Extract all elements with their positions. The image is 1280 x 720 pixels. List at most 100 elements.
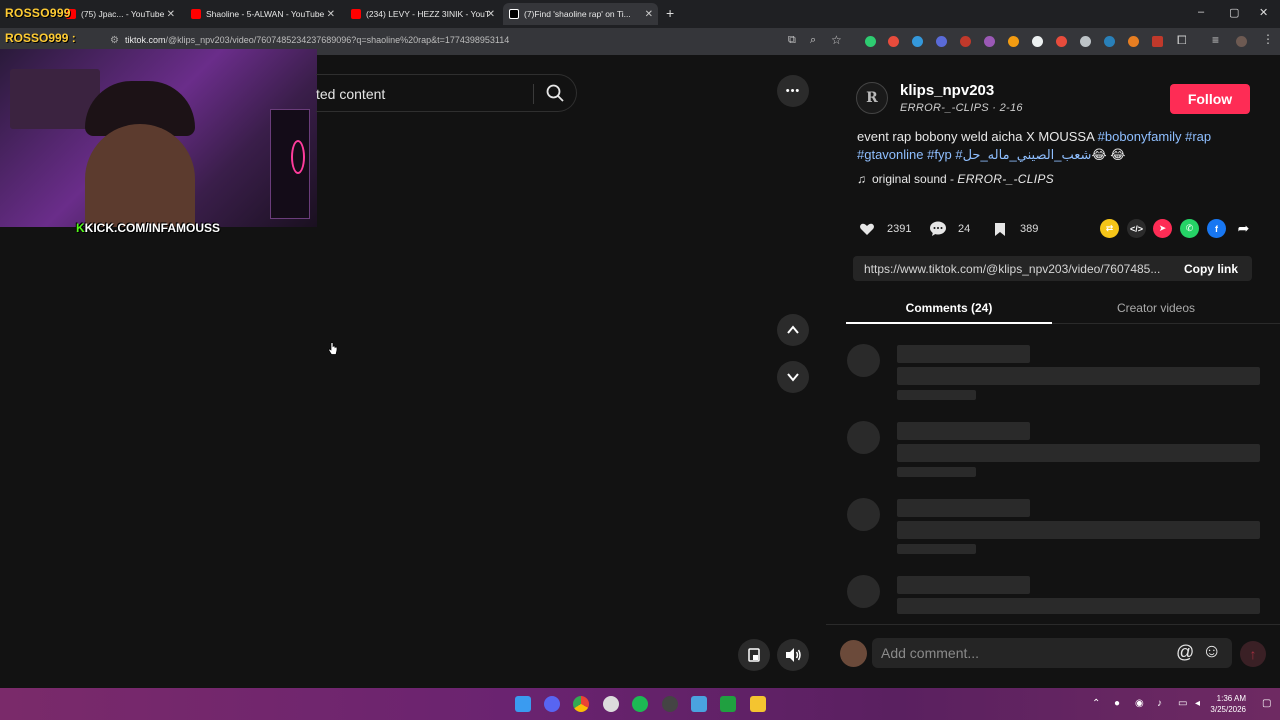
minimize-button[interactable]: – (1198, 6, 1204, 18)
url-field[interactable]: tiktok.com/@klips_npv203/video/760748523… (125, 35, 509, 45)
maximize-button[interactable]: ▢ (1229, 6, 1239, 19)
extension-icon[interactable] (984, 36, 995, 47)
follow-button[interactable]: Follow (1170, 84, 1250, 114)
file-explorer-icon[interactable] (750, 696, 766, 712)
whatsapp-icon[interactable]: ✆ (1180, 219, 1199, 238)
emoji-icon[interactable]: ☺ (1202, 641, 1221, 663)
tray-app-icon[interactable]: ● (1114, 698, 1120, 709)
browser-menu-icon[interactable]: ⋮ (1262, 32, 1274, 46)
browser-tab[interactable]: (234) LEVY - HEZZ 3INIK - YouT ✕ (345, 3, 500, 25)
extension-icon[interactable] (1152, 36, 1163, 47)
creator-avatar[interactable]: R (856, 82, 888, 114)
browser-tab[interactable]: Shaoline - 5-ALWAN - YouTube ✕ (185, 3, 340, 25)
tab-creator-videos[interactable]: Creator videos (1053, 301, 1259, 315)
save-button[interactable]: 389 (990, 219, 1038, 239)
close-tab-icon[interactable]: ✕ (487, 9, 495, 20)
post-description: event rap bobony weld aicha X MOUSSA #bo… (857, 128, 1257, 164)
new-tab-button[interactable]: + (666, 5, 674, 21)
comment-count: 24 (958, 223, 971, 235)
previous-video-button[interactable] (777, 314, 809, 346)
share-arrow-icon[interactable]: ➦ (1234, 219, 1253, 238)
close-window-button[interactable]: ✕ (1259, 6, 1268, 19)
webcam-pc-case (270, 109, 310, 219)
post-comment-button[interactable]: ↑ (1240, 641, 1266, 667)
stream-watermark: ROSSO999 (5, 6, 71, 20)
mention-at-icon[interactable]: @ (1176, 642, 1194, 663)
more-options-button[interactable]: ••• (777, 75, 809, 107)
embed-code-icon[interactable]: </> (1127, 219, 1146, 238)
browser-tab-active[interactable]: (7)Find 'shaoline rap' on Ti... ✕ (503, 3, 658, 25)
volume-button[interactable] (777, 639, 809, 671)
comment-button[interactable]: 24 (928, 219, 970, 239)
tab-title: (7)Find 'shaoline rap' on Ti... (524, 9, 631, 19)
extension-icon[interactable] (960, 36, 971, 47)
search-box[interactable]: ted content (316, 74, 577, 112)
next-video-button[interactable] (777, 361, 809, 393)
microphone-icon[interactable]: ♪ (1157, 698, 1162, 709)
app-icon[interactable] (720, 696, 736, 712)
facebook-icon[interactable]: f (1207, 219, 1226, 238)
hashtag-link[interactable]: #fyp (927, 147, 952, 162)
search-icon[interactable] (545, 83, 565, 108)
chrome-icon[interactable] (573, 696, 589, 712)
description-emoji: 😂 😂 (1091, 147, 1126, 162)
reading-list-icon[interactable]: ≡ (1212, 33, 1219, 47)
extension-icon[interactable] (1032, 36, 1043, 47)
close-tab-icon[interactable]: ✕ (645, 9, 653, 20)
repost-icon[interactable]: ⇄ (1100, 219, 1119, 238)
windows-start-icon[interactable] (515, 696, 531, 712)
extension-icon[interactable] (1008, 36, 1019, 47)
obs-icon[interactable] (603, 696, 619, 712)
tray-overflow-icon[interactable]: ⌃ (1092, 698, 1100, 709)
browser-tab[interactable]: (75) Jpac... - YouTube ✕ (60, 3, 180, 25)
app-icon[interactable] (691, 696, 707, 712)
volume-tray-icon[interactable]: ◂ (1195, 698, 1200, 709)
spotify-icon[interactable] (632, 696, 648, 712)
network-icon[interactable]: ▭ (1178, 698, 1187, 709)
tab-comments[interactable]: Comments (24) (846, 301, 1052, 315)
search-input[interactable]: ted content (316, 86, 385, 102)
close-tab-icon[interactable]: ✕ (167, 9, 175, 20)
search-divider (533, 84, 534, 104)
zoom-icon[interactable]: ⌕ (810, 34, 816, 47)
extension-icon[interactable] (1104, 36, 1115, 47)
heart-icon (857, 219, 877, 239)
hashtag-link[interactable]: #bobonyfamily (1098, 129, 1182, 144)
send-to-friends-icon[interactable]: ➤ (1153, 219, 1172, 238)
copy-link-button[interactable]: Copy link (1170, 256, 1252, 281)
picture-in-picture-button[interactable] (738, 639, 770, 671)
extension-icon[interactable] (865, 36, 876, 47)
site-info-icon[interactable]: ⚙ (110, 35, 119, 46)
like-button[interactable]: 2391 (857, 219, 911, 239)
creator-username[interactable]: klips_npv203 (900, 82, 994, 99)
comment-bubble-icon (928, 219, 948, 239)
extension-icon[interactable] (912, 36, 923, 47)
browser-tab-bar: (75) Jpac... - YouTube ✕ Shaoline - 5-AL… (0, 0, 1280, 28)
extension-icon[interactable] (1056, 36, 1067, 47)
extension-icon[interactable] (1128, 36, 1139, 47)
hashtag-link[interactable]: #gtavonline (857, 147, 924, 162)
clock-date: 3/25/2026 (1210, 705, 1246, 714)
extension-icon[interactable] (936, 36, 947, 47)
install-app-icon[interactable]: ⧉ (788, 34, 796, 47)
system-clock[interactable]: 1:36 AM 3/25/2026 (1210, 693, 1246, 715)
extension-icon[interactable] (888, 36, 899, 47)
discord-icon[interactable] (544, 696, 560, 712)
sound-author: ERROR-_-CLIPS (957, 172, 1054, 186)
tray-discord-icon[interactable]: ◉ (1135, 698, 1144, 709)
chevron-down-icon (787, 373, 799, 382)
extensions-puzzle-icon[interactable]: ⧠ (1177, 33, 1187, 48)
extension-icon[interactable] (1080, 36, 1091, 47)
notifications-icon[interactable]: ▢ (1262, 698, 1271, 709)
video-link-text[interactable]: https://www.tiktok.com/@klips_npv203/vid… (864, 262, 1169, 276)
close-tab-icon[interactable]: ✕ (327, 9, 335, 20)
app-icon[interactable] (662, 696, 678, 712)
sound-link[interactable]: ♫ original sound - ERROR-_-CLIPS (857, 172, 1054, 186)
tiktok-favicon-icon (509, 9, 519, 19)
hashtag-link[interactable]: #rap (1185, 129, 1211, 144)
profile-avatar[interactable] (1236, 36, 1247, 47)
windows-taskbar: ⌃ ● ◉ ♪ ▭ ◂ 1:36 AM 3/25/2026 ▢ (0, 688, 1280, 720)
bookmark-star-icon[interactable]: ☆ (831, 33, 842, 47)
comment-input[interactable]: Add comment... @ ☺ (872, 638, 1232, 668)
hashtag-link[interactable]: #شعب_الصيني_ماله_حل (955, 147, 1091, 162)
